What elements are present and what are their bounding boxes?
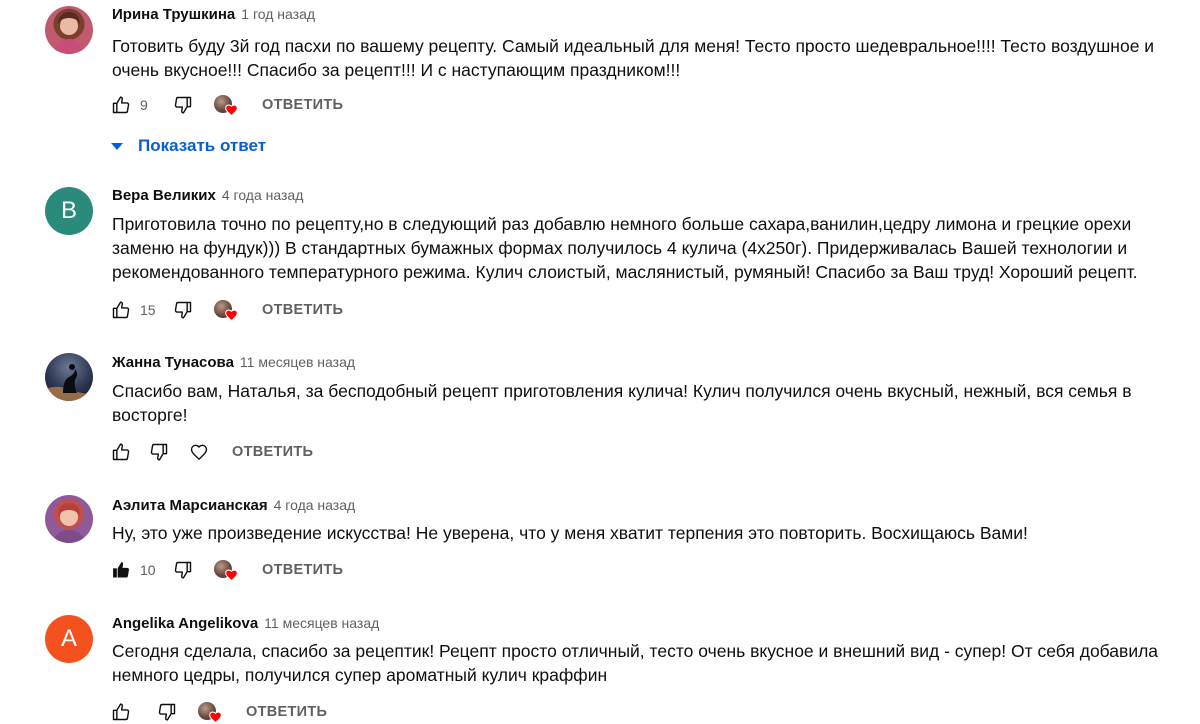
comment-actions: 15 ОТВЕТИТЬ <box>110 298 343 322</box>
avatar[interactable] <box>45 6 93 54</box>
dislike-button[interactable] <box>148 441 170 463</box>
comment-header: Angelika Angelikova 11 месяцев назад <box>112 613 379 633</box>
comment-time[interactable]: 1 год назад <box>241 6 315 22</box>
comment-header: Вера Великих 4 года назад <box>112 185 303 205</box>
comment-actions: 10 ОТВЕТИТЬ <box>110 558 343 582</box>
avatar[interactable] <box>45 495 93 543</box>
comment-time[interactable]: 4 года назад <box>222 187 304 203</box>
comment-actions: ОТВЕТИТЬ <box>110 700 327 724</box>
thumb-down-icon <box>173 300 193 320</box>
comment-thread: Ирина Трушкина 1 год назад Готовить буду… <box>0 4 1200 164</box>
comment-text: Приготовила точно по рецепту,но в следую… <box>112 214 1138 282</box>
reply-button[interactable]: ОТВЕТИТЬ <box>262 97 343 113</box>
heart-icon <box>224 568 239 582</box>
avatar[interactable] <box>45 353 93 401</box>
comment-header: Ирина Трушкина 1 год назад <box>112 4 315 24</box>
heart-icon <box>224 308 239 322</box>
like-count: 15 <box>140 302 156 318</box>
avatar-letter: A <box>60 625 77 652</box>
thumb-down-icon <box>173 560 193 580</box>
show-replies-button[interactable]: Показать ответ <box>110 135 266 157</box>
thumb-up-icon <box>111 702 131 722</box>
creator-heart[interactable] <box>214 559 240 581</box>
user-photo-icon <box>45 364 93 401</box>
thumb-down-icon <box>157 702 177 722</box>
comment-header: Аэлита Марсианская 4 года назад <box>112 495 355 515</box>
comment-thread: Жанна Тунасова 11 месяцев назад Спасибо … <box>0 352 1200 472</box>
thumb-up-icon <box>111 442 131 462</box>
like-button[interactable] <box>110 441 132 463</box>
avatar[interactable]: A <box>45 615 93 663</box>
author-name[interactable]: Ирина Трушкина <box>112 6 235 23</box>
comment-text: Ну, это уже произведение искусства! Не у… <box>112 523 1028 543</box>
show-replies-label: Показать ответ <box>138 136 267 155</box>
heart-button[interactable] <box>188 441 210 463</box>
like-button[interactable] <box>110 299 132 321</box>
comment-time[interactable]: 11 месяцев назад <box>264 615 379 631</box>
avatar[interactable]: В <box>45 187 93 235</box>
like-button[interactable] <box>110 559 132 581</box>
avatar-letter: В <box>60 197 77 224</box>
comment-actions: ОТВЕТИТЬ <box>110 440 313 464</box>
comment-text: Готовить буду 3й год пасхи по вашему рец… <box>112 36 1155 80</box>
reply-button[interactable]: ОТВЕТИТЬ <box>262 302 343 318</box>
thumb-down-icon <box>173 95 193 115</box>
thumb-up-icon <box>111 95 131 115</box>
comment-text: Спасибо вам, Наталья, за бесподобный рец… <box>112 381 1132 425</box>
user-photo-icon <box>53 503 85 543</box>
reply-button[interactable]: ОТВЕТИТЬ <box>246 704 327 720</box>
comment-text: Сегодня сделала, спасибо за рецептик! Ре… <box>112 641 1159 685</box>
thumb-up-icon <box>111 300 131 320</box>
author-name[interactable]: Жанна Тунасова <box>112 354 234 371</box>
heart-icon <box>208 710 223 724</box>
reply-button[interactable]: ОТВЕТИТЬ <box>232 444 313 460</box>
author-name[interactable]: Аэлита Марсианская <box>112 497 268 514</box>
comment-thread: В Вера Великих 4 года назад Приготовила … <box>0 185 1200 335</box>
comment-thread: A Angelika Angelikova 11 месяцев назад С… <box>0 613 1200 720</box>
dislike-button[interactable] <box>172 299 194 321</box>
author-name[interactable]: Вера Великих <box>112 187 216 204</box>
comment-header: Жанна Тунасова 11 месяцев назад <box>112 352 355 372</box>
comment-actions: 9 ОТВЕТИТЬ <box>110 93 343 117</box>
comment-time[interactable]: 4 года назад <box>274 497 356 513</box>
heart-outline-icon <box>189 442 209 462</box>
thumb-up-filled-icon <box>111 560 131 580</box>
like-button[interactable] <box>110 94 132 116</box>
like-count: 10 <box>140 562 156 578</box>
user-photo-icon <box>53 12 85 54</box>
creator-heart[interactable] <box>214 299 240 321</box>
dislike-button[interactable] <box>172 94 194 116</box>
dislike-button[interactable] <box>172 559 194 581</box>
thumb-down-icon <box>149 442 169 462</box>
reply-button[interactable]: ОТВЕТИТЬ <box>262 562 343 578</box>
comment-time[interactable]: 11 месяцев назад <box>240 354 355 370</box>
heart-icon <box>224 103 239 117</box>
like-count: 9 <box>140 97 148 113</box>
author-name[interactable]: Angelika Angelikova <box>112 615 258 632</box>
creator-heart[interactable] <box>214 94 240 116</box>
comment-thread: Аэлита Марсианская 4 года назад Ну, это … <box>0 495 1200 595</box>
caret-down-icon <box>111 143 123 150</box>
